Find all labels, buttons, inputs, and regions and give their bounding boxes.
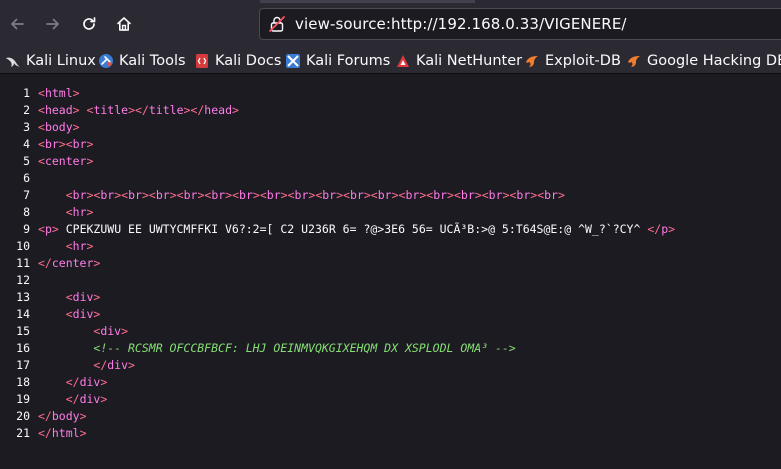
bookmark-kali-docs[interactable]: Kali Docs xyxy=(194,51,281,71)
line-number: 2 xyxy=(23,103,30,117)
page-source-view[interactable]: 1 <html> 2 <head> <title></title></head> 3 <b… xyxy=(0,75,781,469)
source-code: <html> xyxy=(38,86,80,100)
line-number: 3 xyxy=(23,120,30,134)
line-number: 11 xyxy=(16,256,30,270)
source-line: 21 </html> xyxy=(0,425,781,442)
source-line: 13 <div> xyxy=(0,289,781,306)
line-number: 20 xyxy=(16,409,30,423)
source-code: <div> xyxy=(65,307,101,321)
line-number: 16 xyxy=(16,341,30,355)
bookmark-kali-nethunter[interactable]: Kali NetHunter xyxy=(395,51,522,71)
source-code: <center> xyxy=(38,154,94,168)
kali-dragon-icon xyxy=(5,53,21,69)
line-number: 5 xyxy=(23,154,30,168)
line-number: 9 xyxy=(23,222,30,236)
source-line: 14 <div> xyxy=(0,306,781,323)
source-code: </div> xyxy=(65,392,108,406)
source-code: <head> <title></title></head> xyxy=(38,103,239,117)
home-icon xyxy=(116,16,132,32)
source-line: 5 <center> xyxy=(0,153,781,170)
line-number: 21 xyxy=(16,426,30,440)
bookmark-google-hacking-db[interactable]: Google Hacking DB xyxy=(626,51,781,71)
back-button[interactable] xyxy=(3,10,31,38)
exploit-db-icon xyxy=(524,53,540,69)
line-number: 8 xyxy=(23,205,30,219)
home-button[interactable] xyxy=(110,10,138,38)
source-code: <hr> xyxy=(65,205,94,219)
source-code: </html> xyxy=(38,426,87,440)
line-number: 14 xyxy=(16,307,30,321)
source-line: 10 <hr> xyxy=(0,238,781,255)
url-text[interactable]: view-source:http://192.168.0.33/VIGENERE… xyxy=(295,15,627,33)
source-line: 7 <br><br><br><br><br><br><br><br><br><b… xyxy=(0,187,781,204)
source-line: 11 </center> xyxy=(0,255,781,272)
line-number: 10 xyxy=(16,239,30,253)
source-line: 9 <p> CPEKZUWU EE UWTYCMFFKI V6?:2=[ C2 U… xyxy=(0,221,781,238)
forward-button[interactable] xyxy=(39,10,67,38)
source-code: </center> xyxy=(38,256,101,270)
source-code: </body> xyxy=(38,409,87,423)
source-line: 16 <!-- RCSMR OFCCBFBCF: LHJ OEINMVQKGIX… xyxy=(0,340,781,357)
source-line: 12 xyxy=(0,272,781,289)
bookmark-label: Kali Forums xyxy=(306,53,391,69)
ghdb-icon xyxy=(626,53,642,69)
source-code: <hr> xyxy=(65,239,94,253)
source-line: 4 <br><br> xyxy=(0,136,781,153)
active-tab-edge[interactable] xyxy=(260,0,475,3)
bookmark-kali-linux[interactable]: Kali Linux xyxy=(5,51,96,71)
source-code: <div> xyxy=(65,290,101,304)
source-line: 19 </div> xyxy=(0,391,781,408)
source-code: <div> xyxy=(93,324,129,338)
arrow-right-icon xyxy=(45,16,61,32)
source-code: <body> xyxy=(38,120,80,134)
source-line: 15 <div> xyxy=(0,323,781,340)
line-number: 12 xyxy=(16,273,30,287)
source-line: 17 </div> xyxy=(0,357,781,374)
source-line: 6 xyxy=(0,170,781,187)
source-line: 2 <head> <title></title></head> xyxy=(0,102,781,119)
kali-forums-icon xyxy=(285,53,301,69)
bookmark-label: Kali NetHunter xyxy=(416,53,523,69)
bookmark-exploit-db[interactable]: Exploit-DB xyxy=(524,51,621,71)
source-code: </div> xyxy=(65,375,108,389)
source-code: <br><br><br><br><br><br><br><br><br><br>… xyxy=(65,188,565,202)
url-bar[interactable]: view-source:http://192.168.0.33/VIGENERE… xyxy=(259,8,781,40)
source-line: 20 </body> xyxy=(0,408,781,425)
kali-docs-icon xyxy=(194,53,210,69)
line-number: 1 xyxy=(23,86,30,100)
source-line: 8 <hr> xyxy=(0,204,781,221)
line-number: 18 xyxy=(16,375,30,389)
line-number: 19 xyxy=(16,392,30,406)
insecure-lock-icon[interactable] xyxy=(268,15,286,33)
source-line: 1 <html> xyxy=(0,85,781,102)
line-number: 6 xyxy=(23,171,30,185)
reload-icon xyxy=(81,16,97,32)
arrow-left-icon xyxy=(9,16,25,32)
source-line: 18 </div> xyxy=(0,374,781,391)
kali-nethunter-icon xyxy=(395,53,411,69)
navigation-toolbar: view-source:http://192.168.0.33/VIGENERE… xyxy=(0,0,781,48)
source-line: 3 <body> xyxy=(0,119,781,136)
source-code: <br><br> xyxy=(38,137,94,151)
bookmarks-toolbar: Kali Linux Kali Tools Kali Docs Kali For… xyxy=(0,48,781,74)
line-number: 15 xyxy=(16,324,30,338)
bookmark-label: Kali Docs xyxy=(215,53,282,69)
bookmark-label: Exploit-DB xyxy=(545,53,621,69)
line-number: 7 xyxy=(23,188,30,202)
source-code: </div> xyxy=(93,358,135,372)
line-number: 4 xyxy=(23,137,30,151)
source-code: <p> CPEKZUWU EE UWTYCMFFKI V6?:2=[ C2 U2… xyxy=(38,222,676,236)
bookmark-label: Google Hacking DB xyxy=(647,53,781,69)
reload-button[interactable] xyxy=(75,10,103,38)
line-number: 17 xyxy=(16,358,30,372)
bookmark-kali-tools[interactable]: Kali Tools xyxy=(98,51,186,71)
bookmark-label: Kali Tools xyxy=(119,53,186,69)
kali-tools-icon xyxy=(98,53,114,69)
source-code: <!-- RCSMR OFCCBFBCF: LHJ OEINMVQKGIXEHQ… xyxy=(93,341,516,355)
bookmark-kali-forums[interactable]: Kali Forums xyxy=(285,51,390,71)
line-number: 13 xyxy=(16,290,30,304)
bookmark-label: Kali Linux xyxy=(26,53,96,69)
